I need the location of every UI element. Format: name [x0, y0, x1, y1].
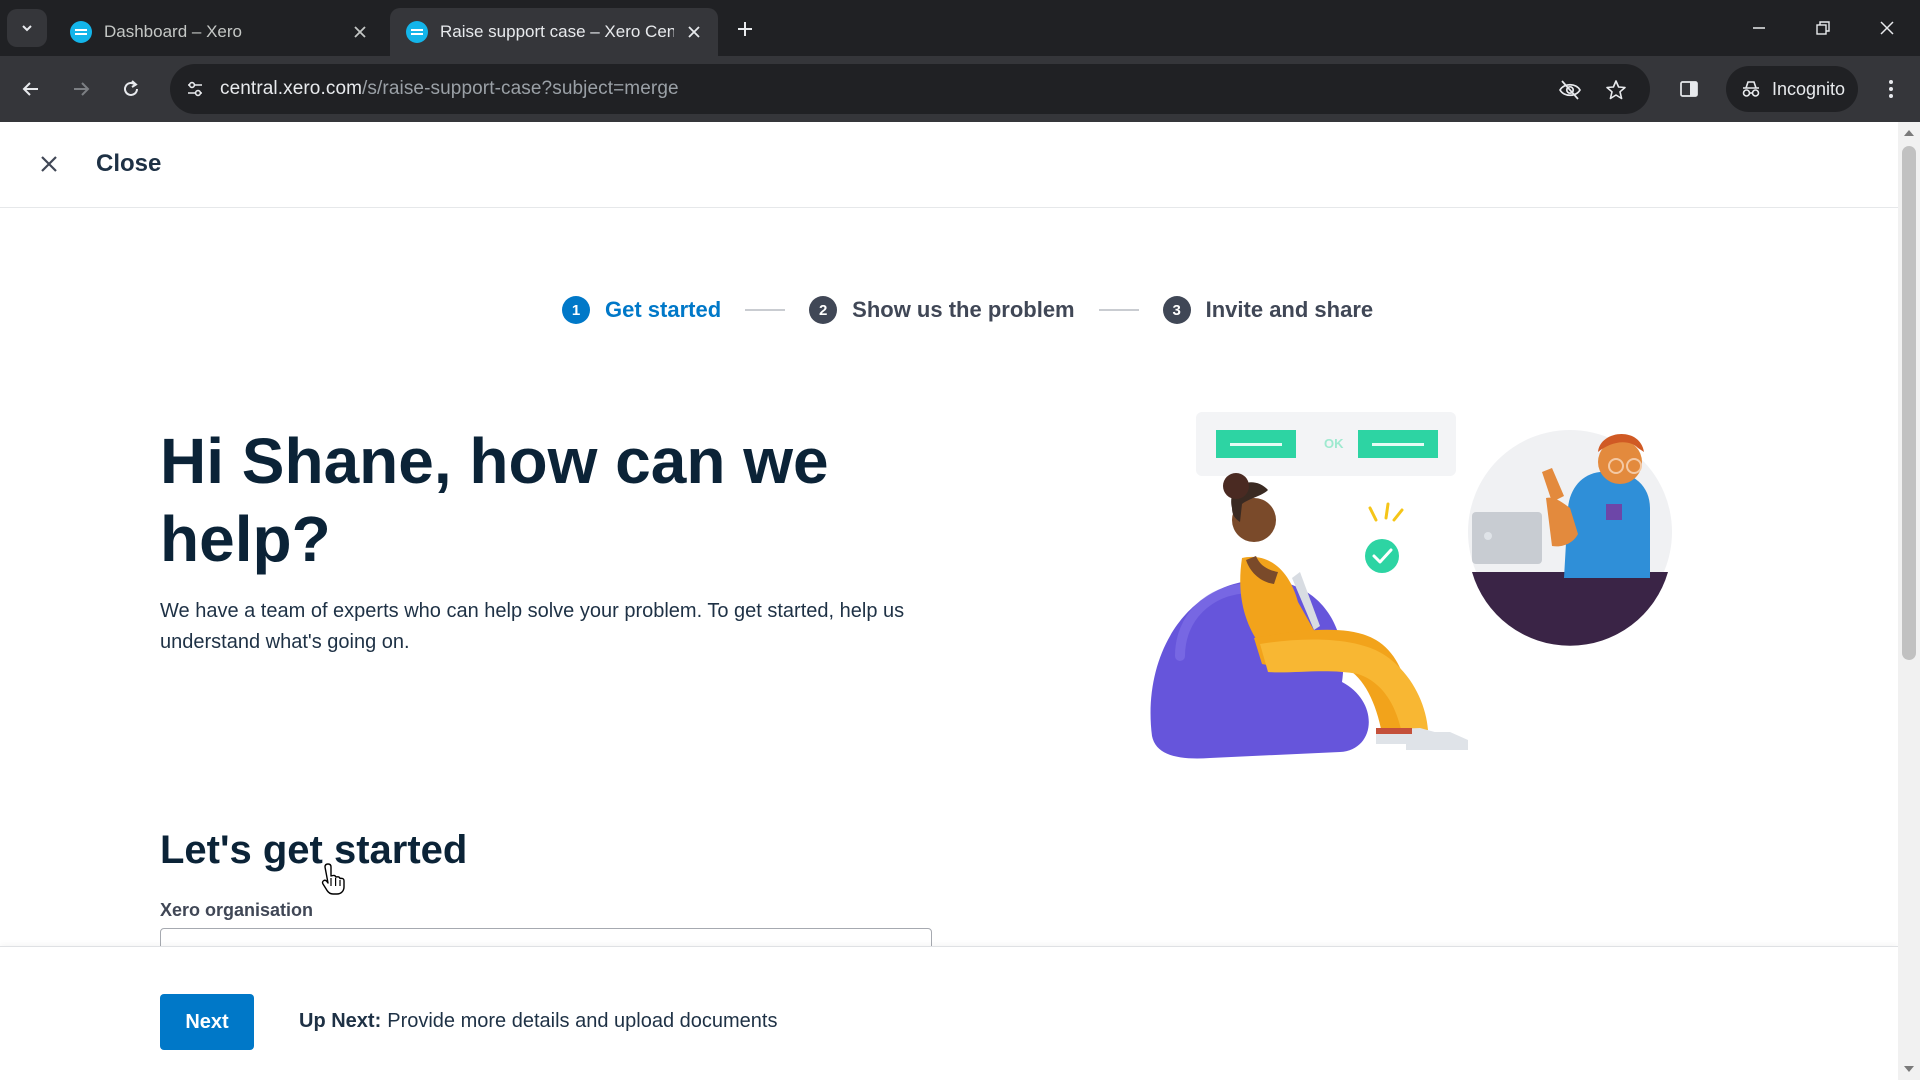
- scrollbar-thumb[interactable]: [1902, 146, 1916, 660]
- step-connector: [745, 309, 786, 311]
- page-top-bar: Close: [0, 122, 1898, 208]
- incognito-icon: [1742, 81, 1760, 97]
- step-number: 2: [809, 296, 838, 324]
- close-label: Close: [96, 150, 162, 177]
- tab-title: Dashboard – Xero: [104, 22, 242, 41]
- side-panel-icon: [1680, 81, 1698, 97]
- tab-close-button[interactable]: [348, 20, 372, 44]
- xero-favicon-icon: [406, 21, 428, 43]
- up-next-label: Up Next:: [299, 1010, 382, 1032]
- step-get-started: 1 Get started: [562, 296, 721, 324]
- page-title: Hi Shane, how can we help?: [160, 425, 829, 575]
- chevron-down-icon: [22, 25, 32, 32]
- address-bar[interactable]: central.xero.com/s/raise-support-case?su…: [170, 64, 1650, 114]
- restore-icon: [1816, 21, 1830, 35]
- star-icon: [1606, 80, 1626, 100]
- forward-button[interactable]: [64, 72, 98, 106]
- tab-title: Raise support case – Xero Central: [440, 22, 674, 41]
- page-footer: Next Up Next: Provide more details and up…: [0, 946, 1898, 1080]
- reload-button[interactable]: [114, 72, 148, 106]
- step-invite-and-share: 3 Invite and share: [1162, 296, 1374, 324]
- tracking-protection-button[interactable]: [1556, 76, 1584, 104]
- page-scrollbar[interactable]: [1898, 122, 1920, 1080]
- window-close-button[interactable]: [1870, 12, 1904, 44]
- site-info-button[interactable]: [182, 76, 208, 102]
- step-number: 1: [562, 296, 590, 324]
- tab-close-button[interactable]: [682, 20, 706, 44]
- arrow-right-icon: [74, 82, 90, 96]
- close-icon: [354, 26, 366, 38]
- arrow-left-icon: [22, 82, 38, 96]
- url-path: /s/raise-support-case?subject=merge: [362, 78, 679, 99]
- next-button[interactable]: Next: [160, 994, 254, 1050]
- hand-pointer-cursor-icon: [321, 863, 345, 895]
- check-circle-icon: [1365, 539, 1399, 573]
- organisation-field-label: Xero organisation: [160, 900, 314, 920]
- laptop-icon: [1472, 512, 1542, 564]
- progress-stepper: 1 Get started 2 Show us the problem 3 In…: [562, 294, 1373, 326]
- chat-ok-text: OK: [1324, 436, 1344, 451]
- reload-icon: [124, 80, 138, 96]
- tune-icon: [188, 81, 202, 97]
- close-icon: [36, 151, 62, 177]
- back-button[interactable]: [14, 72, 48, 106]
- plus-icon: [738, 22, 752, 36]
- close-icon: [1880, 21, 1894, 35]
- browser-toolbar: central.xero.com/s/raise-support-case?su…: [0, 56, 1920, 122]
- xero-favicon-icon: [70, 21, 92, 43]
- step-number: 3: [1162, 296, 1191, 324]
- close-icon: [688, 26, 700, 38]
- bookmark-button[interactable]: [1602, 76, 1630, 104]
- step-connector: [1098, 309, 1139, 311]
- hero-description: We have a team of experts who can help s…: [160, 600, 905, 653]
- minimize-icon: [1753, 27, 1765, 29]
- incognito-label: Incognito: [1772, 78, 1846, 99]
- support-illustration: OK: [1150, 412, 1672, 759]
- step-show-us-the-problem: 2 Show us the problem: [809, 296, 1075, 324]
- incognito-badge[interactable]: Incognito: [1726, 66, 1858, 112]
- tab-dashboard[interactable]: Dashboard – Xero: [54, 8, 384, 56]
- eye-off-icon: [1559, 80, 1581, 100]
- tab-list-button[interactable]: [7, 9, 47, 47]
- url-text: central.xero.com/s/raise-support-case?su…: [220, 78, 679, 100]
- up-next-description: Provide more details and upload document…: [387, 1010, 778, 1032]
- browser-tab-bar: Dashboard – Xero Raise support case – Xe…: [0, 0, 1920, 56]
- step-label: Invite and share: [1205, 297, 1374, 322]
- restore-button[interactable]: [1806, 12, 1840, 44]
- minimize-button[interactable]: [1742, 12, 1776, 44]
- up-next-text: Up Next: Provide more details and upload …: [299, 1010, 777, 1033]
- section-title: Let's get started: [160, 828, 468, 872]
- close-button[interactable]: Close: [36, 144, 161, 184]
- page-content: Close 1 Get started 2 Show us the proble…: [0, 122, 1898, 1080]
- kebab-menu-icon: [1889, 80, 1893, 98]
- step-label: Show us the problem: [852, 297, 1075, 322]
- url-host: central.xero.com: [220, 78, 363, 99]
- tab-raise-support-case[interactable]: Raise support case – Xero Central: [390, 8, 718, 56]
- side-panel-button[interactable]: [1672, 72, 1706, 106]
- scroll-up-arrow-icon[interactable]: [1904, 130, 1914, 136]
- browser-menu-button[interactable]: [1874, 72, 1908, 106]
- step-label: Get started: [605, 297, 722, 322]
- scroll-down-arrow-icon[interactable]: [1904, 1066, 1914, 1072]
- new-tab-button[interactable]: [730, 14, 760, 44]
